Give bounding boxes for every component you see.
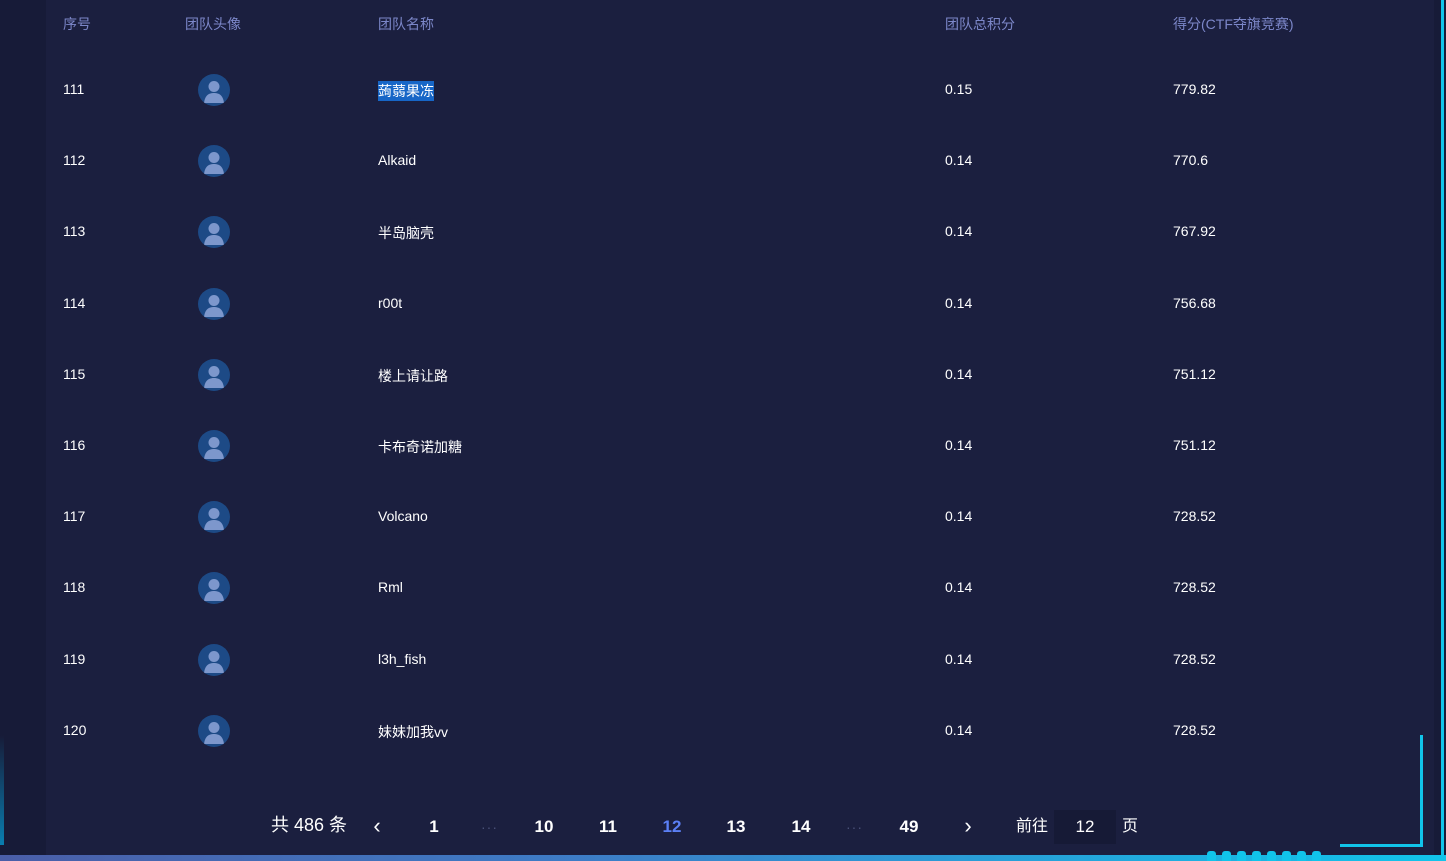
row-rank: 119 xyxy=(63,650,86,667)
row-rank: 115 xyxy=(63,365,86,382)
chevron-left-icon[interactable]: ‹ xyxy=(367,810,387,844)
table-row: 115 楼上请让路 0.14 751.12 xyxy=(0,339,1446,410)
row-team-name[interactable]: l3h_fish xyxy=(378,651,426,667)
page-button-1[interactable]: 1 xyxy=(424,810,444,844)
row-rank: 112 xyxy=(63,152,86,169)
header-ctf-score: 得分(CTF夺旗竞赛) xyxy=(1173,16,1294,32)
corner-decoration-horizontal xyxy=(1340,844,1423,847)
row-rank: 114 xyxy=(63,294,86,311)
chevron-right-icon[interactable]: › xyxy=(958,810,978,844)
page-button-13[interactable]: 13 xyxy=(722,810,750,844)
page-button-49[interactable]: 49 xyxy=(895,810,923,844)
page-button-14[interactable]: 14 xyxy=(787,810,815,844)
row-total-score: 0.14 xyxy=(945,223,973,240)
page-button-11[interactable]: 11 xyxy=(594,810,622,844)
table-row: 113 半岛脑壳 0.14 767.92 xyxy=(0,196,1446,267)
pagination-ellipsis-right[interactable]: ··· xyxy=(846,810,863,844)
row-ctf-score: 728.52 xyxy=(1173,721,1216,738)
table-row: 116 卡布奇诺加糖 0.14 751.12 xyxy=(0,410,1446,481)
pagination-total: 共 486 条 xyxy=(271,815,348,835)
row-total-score: 0.14 xyxy=(945,721,973,738)
row-team-name[interactable]: 半岛脑壳 xyxy=(378,223,434,243)
goto-page-input[interactable] xyxy=(1054,810,1116,844)
table-row: 119 l3h_fish 0.14 728.52 xyxy=(0,624,1446,695)
row-ctf-score: 728.52 xyxy=(1173,579,1216,596)
row-ctf-score: 756.68 xyxy=(1173,294,1216,311)
table-row: 114 r00t 0.14 756.68 xyxy=(0,268,1446,339)
row-rank: 116 xyxy=(63,436,86,453)
row-team-name[interactable]: Rml xyxy=(378,579,403,595)
team-avatar-icon xyxy=(198,145,230,178)
goto-suffix: 页 xyxy=(1122,818,1139,835)
row-rank: 117 xyxy=(63,508,86,525)
row-rank: 118 xyxy=(63,579,86,596)
team-avatar-icon xyxy=(198,74,230,106)
row-total-score: 0.14 xyxy=(945,579,973,596)
row-ctf-score: 767.92 xyxy=(1173,223,1216,240)
row-total-score: 0.14 xyxy=(945,365,973,382)
team-avatar-icon xyxy=(198,501,230,534)
row-total-score: 0.14 xyxy=(945,294,973,311)
pagination-ellipsis-left[interactable]: ··· xyxy=(481,810,498,844)
ranking-table: 111 蒟蒻果冻 0.15 779.82 112 Alkaid 0.14 770.6 113 半岛… xyxy=(0,54,1446,766)
row-ctf-score: 728.52 xyxy=(1173,508,1216,525)
row-total-score: 0.15 xyxy=(945,81,973,97)
table-row: 120 妹妹加我vv 0.14 728.52 xyxy=(0,695,1446,766)
row-total-score: 0.14 xyxy=(945,508,973,525)
team-avatar-icon xyxy=(198,358,230,391)
team-avatar-icon xyxy=(198,643,230,676)
team-avatar-icon xyxy=(198,429,230,462)
table-row: 112 Alkaid 0.14 770.6 xyxy=(0,125,1446,196)
team-avatar-icon xyxy=(198,572,230,605)
bottom-decoration-dots xyxy=(1207,851,1321,861)
row-total-score: 0.14 xyxy=(945,436,973,453)
pagination: 共 486 条 ‹ 1 ··· 10 11 12 13 14 ··· 49 › … xyxy=(0,810,1446,844)
row-team-name[interactable]: 楼上请让路 xyxy=(378,366,448,386)
row-rank: 113 xyxy=(63,223,86,240)
row-ctf-score: 751.12 xyxy=(1173,365,1216,382)
header-name: 团队名称 xyxy=(378,16,434,32)
table-row: 117 Volcano 0.14 728.52 xyxy=(0,481,1446,552)
row-ctf-score: 770.6 xyxy=(1173,152,1209,169)
page-button-12[interactable]: 12 xyxy=(658,810,686,844)
row-team-name[interactable]: Volcano xyxy=(378,508,428,524)
goto-label: 前往 xyxy=(1016,818,1049,835)
row-team-name[interactable]: r00t xyxy=(378,295,402,311)
row-team-name[interactable]: 卡布奇诺加糖 xyxy=(378,437,462,457)
row-ctf-score: 728.52 xyxy=(1173,650,1216,667)
row-total-score: 0.14 xyxy=(945,152,973,169)
row-ctf-score: 751.12 xyxy=(1173,436,1216,453)
table-row: 111 蒟蒻果冻 0.15 779.82 xyxy=(0,54,1446,125)
row-rank: 111 xyxy=(63,81,85,97)
header-rank: 序号 xyxy=(63,16,91,32)
table-row: 118 Rml 0.14 728.52 xyxy=(0,552,1446,623)
row-team-name[interactable]: Alkaid xyxy=(378,152,416,168)
row-team-name[interactable]: 蒟蒻果冻 xyxy=(378,81,434,101)
row-team-name[interactable]: 妹妹加我vv xyxy=(378,722,448,742)
team-avatar-icon xyxy=(198,287,230,320)
team-avatar-icon xyxy=(198,714,230,747)
row-total-score: 0.14 xyxy=(945,650,973,667)
header-avatar: 团队头像 xyxy=(185,16,241,32)
row-rank: 120 xyxy=(63,721,87,738)
page-button-10[interactable]: 10 xyxy=(530,810,558,844)
team-avatar-icon xyxy=(198,216,230,249)
row-ctf-score: 779.82 xyxy=(1173,81,1216,97)
table-header: 序号 团队头像 团队名称 团队总积分 得分(CTF夺旗竞赛) xyxy=(0,0,1446,44)
header-total-score: 团队总积分 xyxy=(945,16,1015,32)
